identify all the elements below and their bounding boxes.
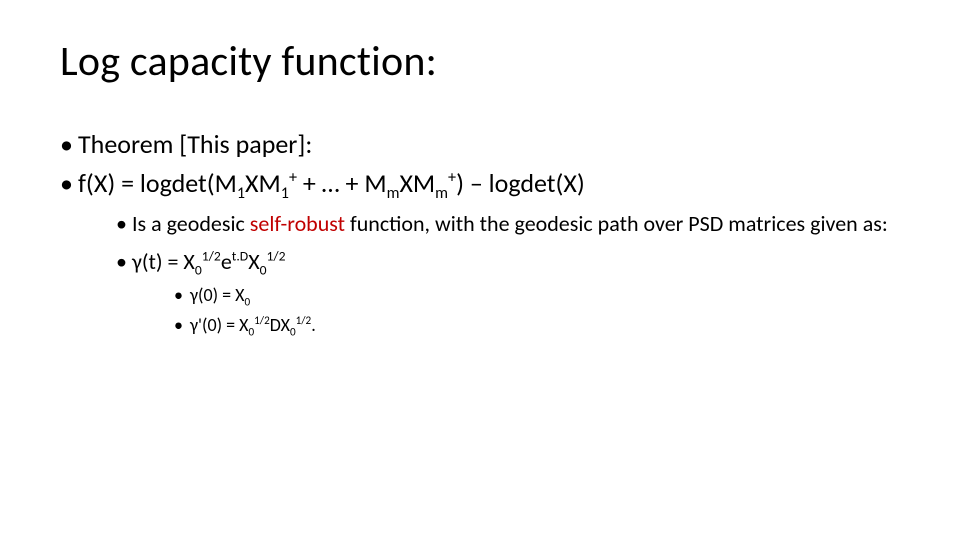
sr-red: self-robust — [250, 210, 345, 237]
sr-post: function, with the geodesic path over PS… — [345, 210, 888, 237]
slide-title: Log capacity function: — [60, 36, 900, 87]
fx-sup1: + — [289, 168, 297, 187]
fx-subm2: m — [435, 184, 448, 203]
fx-tail: ) – logdet(X) — [456, 167, 585, 199]
fx-sup2: + — [448, 168, 456, 187]
slide: Log capacity function: Theorem [This pap… — [0, 0, 960, 540]
bullet-fx: f(X) = logdet(M1XM1+ + … + MmXMm+) – log… — [60, 166, 900, 201]
gt-s0b: 0 — [260, 261, 267, 278]
bullet-gamma-t: γ(t) = X01/2et.DX01/2 — [60, 247, 900, 277]
gt-h1: 1/2 — [202, 248, 221, 265]
gp-mid: DX — [270, 314, 290, 336]
fx-sub2: 1 — [281, 184, 289, 203]
bullet-gammaprime0: γ'(0) = X01/2DX01/2. — [60, 313, 900, 337]
g0-pre: γ(0) = X — [190, 284, 245, 306]
fx-mid3: XM — [399, 167, 435, 199]
bullet-selfrobust: Is a geodesic self-robust function, with… — [60, 209, 900, 239]
fx-mid1: XM — [245, 167, 281, 199]
gt-pre: γ(t) = X — [132, 248, 195, 275]
fx-sub1: 1 — [237, 184, 245, 203]
gp-h1: 1/2 — [254, 313, 270, 327]
gt-tD: t.D — [232, 248, 248, 265]
gp-pre: γ'(0) = X — [190, 314, 249, 336]
g0-s0: 0 — [245, 294, 251, 308]
gp-h2: 1/2 — [296, 313, 312, 327]
bullet-theorem-text: Theorem [This paper]: — [78, 128, 312, 160]
gp-dot: . — [311, 314, 316, 336]
gt-s0a: 0 — [195, 261, 202, 278]
bullet-gamma0: γ(0) = X0 — [60, 283, 900, 307]
fx-pre: f(X) = logdet(M — [78, 167, 237, 199]
fx-subm1: m — [387, 184, 400, 203]
sr-pre: Is a geodesic — [132, 210, 250, 237]
fx-mid2: + … + M — [297, 167, 387, 199]
gt-e: e — [221, 248, 232, 275]
gt-h2: 1/2 — [267, 248, 286, 265]
bullet-theorem: Theorem [This paper]: — [60, 127, 900, 162]
gt-x: X — [248, 248, 259, 275]
